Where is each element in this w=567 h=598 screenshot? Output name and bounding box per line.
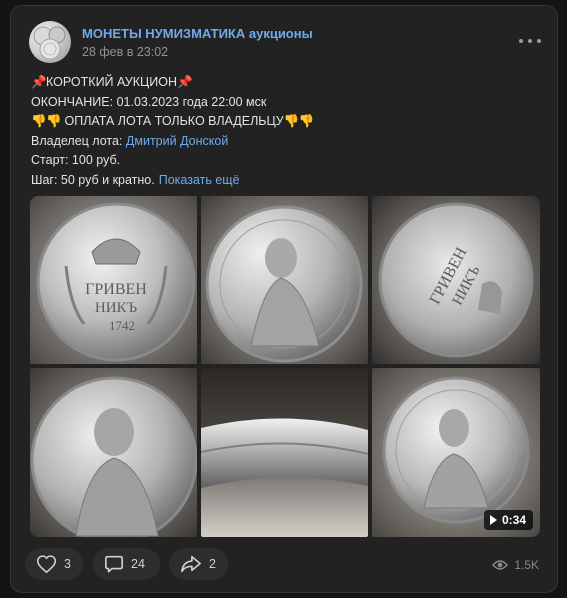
pushpin-icon: 📌 (177, 75, 193, 89)
owner-link[interactable]: Дмитрий Донской (126, 134, 228, 148)
video-coin-obverse[interactable]: 0:34 (372, 368, 540, 537)
photo-coin-obverse-closeup[interactable] (30, 368, 197, 537)
play-icon (489, 515, 497, 525)
eye-icon (492, 560, 509, 570)
comment-count: 24 (131, 557, 145, 571)
step-line: Шаг: 50 руб и кратно. Показать ещё (31, 171, 541, 191)
show-more-link[interactable]: Показать ещё (159, 173, 240, 187)
like-button[interactable]: 3 (25, 548, 83, 580)
photo-coin-edge[interactable] (201, 368, 368, 537)
thumbs-down-icon: 👎 (46, 114, 62, 128)
end-date-line: ОКОНЧАНИЕ: 01.03.2023 года 22:00 мск (31, 94, 267, 109)
share-button[interactable]: 2 (169, 548, 228, 580)
thumbs-down-icon: 👎 (298, 114, 315, 128)
comment-icon (105, 555, 123, 573)
step-text: Шаг: 50 руб и кратно. (31, 172, 155, 187)
views-count: 1.5K (514, 558, 539, 572)
start-price-line: Старт: 100 руб. (31, 153, 121, 167)
photo-coin-reverse-tilted[interactable]: ГРИВЕН НИКЪ (372, 196, 540, 364)
payment-line: 👎👎 ОПЛАТА ЛОТА ТОЛЬКО ВЛАДЕЛЬЦУ👎👎 (31, 112, 541, 132)
post-card: МОНЕТЫ НУМИЗМАТИКА аукционы 28 фев в 23:… (10, 5, 558, 593)
payment-text: ОПЛАТА ЛОТА ТОЛЬКО ВЛАДЕЛЬЦУ (64, 114, 284, 128)
video-duration: 0:34 (501, 513, 526, 527)
owner-label: Владелец лота: (31, 133, 123, 148)
svg-text:1742: 1742 (109, 318, 135, 333)
photo-coin-reverse-crown[interactable]: ГРИВЕН НИКЪ 1742 (30, 196, 197, 364)
thumbs-down-icon: 👎 (31, 114, 47, 128)
views-counter: 1.5K (492, 558, 539, 572)
share-count: 2 (209, 557, 216, 571)
group-name-link[interactable]: МОНЕТЫ НУМИЗМАТИКА аукционы (82, 26, 313, 41)
auction-title: КОРОТКИЙ АУКЦИОН (46, 75, 177, 89)
pushpin-icon: 📌 (31, 75, 47, 89)
post-date[interactable]: 28 фев в 23:02 (82, 45, 168, 59)
heart-icon (36, 555, 57, 574)
thumbs-down-icon: 👎 (283, 114, 300, 128)
group-avatar[interactable] (29, 21, 71, 63)
share-icon (181, 555, 201, 573)
video-duration-badge: 0:34 (483, 510, 533, 530)
more-dots-icon[interactable] (519, 33, 541, 49)
post-text: 📌КОРОТКИЙ АУКЦИОН📌 ОКОНЧАНИЕ: 01.03.2023… (31, 73, 541, 190)
like-count: 3 (64, 557, 71, 571)
text-title-line: 📌КОРОТКИЙ АУКЦИОН📌 (31, 73, 541, 93)
photo-coin-obverse-portrait[interactable] (201, 196, 368, 364)
svg-text:НИКЪ: НИКЪ (95, 300, 138, 316)
owner-line: Владелец лота: Дмитрий Донской (31, 132, 541, 152)
photo-gallery: ГРИВЕН НИКЪ 1742 ГРИВЕН НИКЪ 0:34 (30, 196, 540, 537)
comment-button[interactable]: 24 (93, 548, 160, 580)
svg-text:ГРИВЕН: ГРИВЕН (85, 281, 147, 298)
